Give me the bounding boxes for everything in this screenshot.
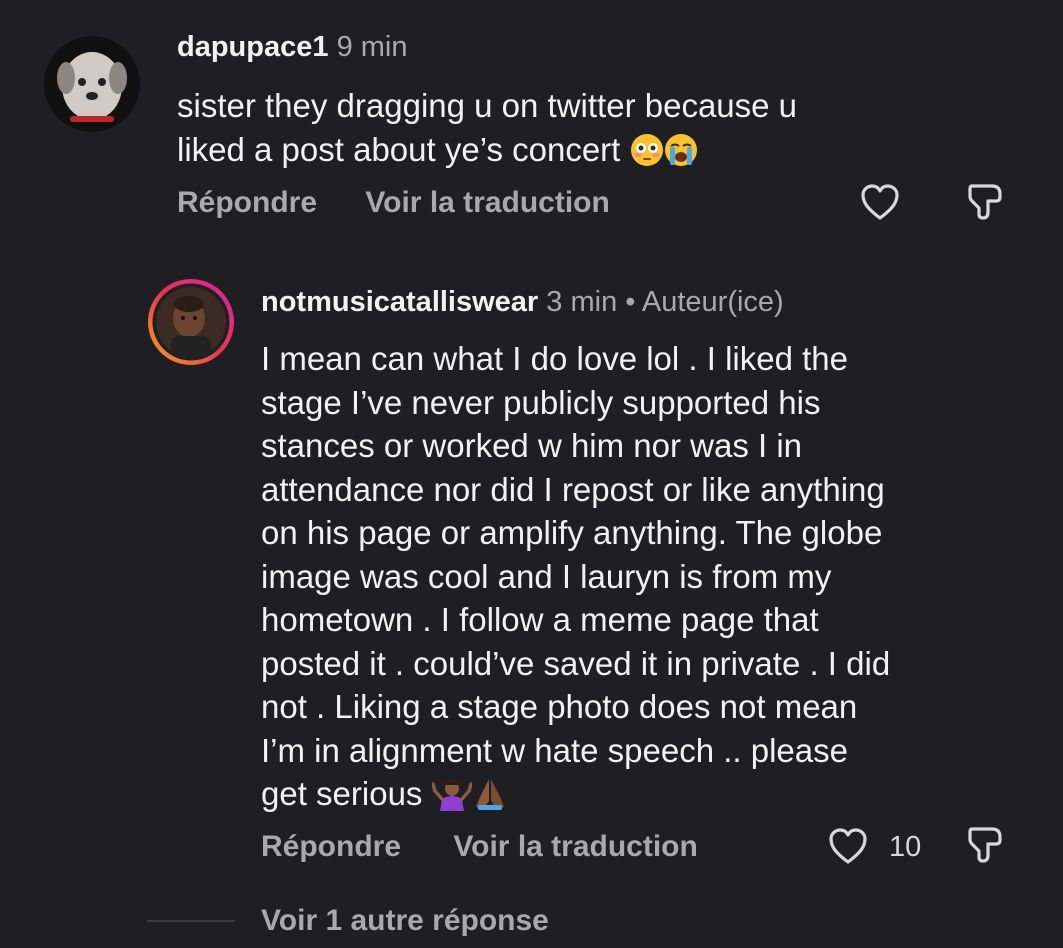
person-shrugging-icon — [430, 775, 473, 822]
comment-line: attendance nor did I repost or like anyt… — [261, 470, 885, 508]
see-translation-button[interactable]: Voir la traduction — [365, 186, 609, 220]
story-ring-avatar-image — [148, 279, 234, 365]
loudly-crying-face-icon — [664, 133, 698, 178]
heart-outline-icon — [861, 184, 899, 220]
view-more-replies-button[interactable]: Voir 1 autre réponse — [261, 904, 549, 938]
reply-button[interactable]: Répondre — [177, 186, 317, 220]
heart-outline-icon — [829, 828, 867, 864]
thumbs-down-outline-icon — [968, 184, 1002, 220]
like-button[interactable] — [860, 183, 900, 221]
replies-divider — [147, 920, 235, 922]
dog-avatar-image — [44, 36, 140, 132]
avatar-notmusicatalliswear[interactable] — [147, 278, 235, 366]
flushed-face-icon — [630, 133, 664, 178]
like-button[interactable] — [828, 827, 868, 865]
comment-timestamp: 9 min — [336, 31, 408, 63]
comment-line: get serious — [261, 772, 1041, 822]
comment-timestamp: 3 min — [546, 286, 618, 318]
comment-line: not . Liking a stage photo does not mean — [261, 688, 858, 725]
comment-line: I’m in alignment w hate speech .. please — [261, 731, 848, 769]
comment-line: hometown . I follow a meme page that — [261, 601, 819, 638]
comment-username[interactable]: notmusicatalliswear — [261, 286, 538, 318]
comment-line: liked a post about ye’s concert — [177, 128, 1017, 178]
like-count: 10 — [889, 831, 922, 863]
comment-line: I mean can what I do love lol . I liked … — [261, 340, 848, 377]
dislike-button[interactable] — [966, 824, 1006, 866]
comment-body: I mean can what I do love lol . I liked … — [261, 337, 1041, 822]
avatar-dapupace1[interactable] — [44, 36, 140, 132]
author-badge: Auteur(ice) — [641, 286, 784, 318]
comment-line: image was cool and I lauryn is from my — [261, 557, 832, 595]
comment-line: sister they dragging u on twitter becaus… — [177, 87, 798, 124]
comment-username[interactable]: dapupace1 — [177, 31, 329, 63]
comment-line: stances or worked w him nor was I in — [261, 427, 803, 464]
thumbs-down-outline-icon — [968, 827, 1002, 863]
comment-line: on his page or amplify anything. The glo… — [261, 514, 883, 551]
meta-separator: • — [625, 286, 636, 318]
comment-body: sister they dragging u on twitter becaus… — [177, 84, 1017, 177]
see-translation-button[interactable]: Voir la traduction — [453, 830, 697, 864]
dislike-button[interactable] — [966, 181, 1006, 223]
reply-button[interactable]: Répondre — [261, 830, 401, 864]
comment-line: stage I’ve never publicly supported his — [261, 383, 821, 421]
folded-hands-icon — [472, 775, 508, 822]
comment-line: posted it . could’ve saved it in private… — [261, 644, 891, 682]
